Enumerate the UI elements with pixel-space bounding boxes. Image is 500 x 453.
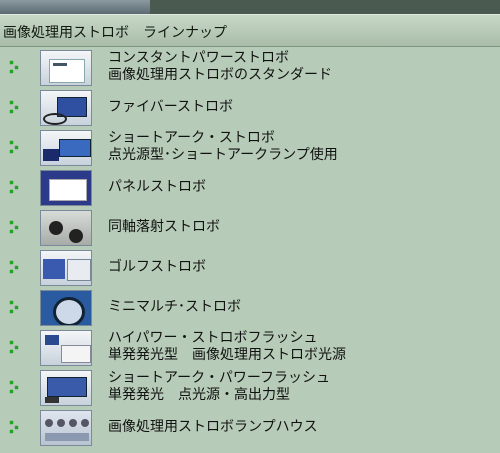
product-thumbnail[interactable] xyxy=(40,210,92,246)
product-name[interactable]: パネルストロボ xyxy=(108,179,206,196)
top-strip xyxy=(0,0,500,14)
product-thumbnail[interactable] xyxy=(40,290,92,326)
product-thumbnail[interactable] xyxy=(40,410,92,446)
product-name[interactable]: コンスタントパワーストロボ 画像処理用ストロボのスタンダード xyxy=(108,50,332,84)
list-item[interactable]: パネルストロボ xyxy=(0,168,500,208)
list-item[interactable]: ショートアーク・パワーフラッシュ 単発発光 点光源・高出力型 xyxy=(0,368,500,408)
bullet-icon xyxy=(10,221,24,235)
product-name[interactable]: ショートアーク・ストロボ 点光源型･ショートアークランプ使用 xyxy=(108,130,338,164)
bullet-icon xyxy=(10,261,24,275)
list-item[interactable]: 画像処理用ストロボランプハウス xyxy=(0,408,500,448)
list-item[interactable]: ゴルフストロボ xyxy=(0,248,500,288)
product-name[interactable]: ファイバーストロボ xyxy=(108,99,233,116)
list-item[interactable]: ファイバーストロボ xyxy=(0,88,500,128)
product-name[interactable]: ハイパワー・ストロボフラッシュ 単発発光型 画像処理用ストロボ光源 xyxy=(108,330,346,364)
product-name[interactable]: ミニマルチ･ストロボ xyxy=(108,299,241,316)
product-thumbnail[interactable] xyxy=(40,170,92,206)
list-item[interactable]: 同軸落射ストロボ xyxy=(0,208,500,248)
page-title: 画像処理用ストロボ ラインナップ xyxy=(3,25,227,41)
product-thumbnail[interactable] xyxy=(40,90,92,126)
bullet-icon xyxy=(10,421,24,435)
list-item[interactable]: ミニマルチ･ストロボ xyxy=(0,288,500,328)
product-name[interactable]: 同軸落射ストロボ xyxy=(108,219,220,236)
product-thumbnail[interactable] xyxy=(40,330,92,366)
bullet-icon xyxy=(10,181,24,195)
bullet-icon xyxy=(10,301,24,315)
product-thumbnail[interactable] xyxy=(40,50,92,86)
list-item[interactable]: コンスタントパワーストロボ 画像処理用ストロボのスタンダード xyxy=(0,48,500,88)
section-header: 画像処理用ストロボ ラインナップ xyxy=(0,14,500,47)
bullet-icon xyxy=(10,341,24,355)
product-name[interactable]: ショートアーク・パワーフラッシュ 単発発光 点光源・高出力型 xyxy=(108,370,330,404)
bullet-icon xyxy=(10,101,24,115)
product-name[interactable]: ゴルフストロボ xyxy=(108,259,206,276)
bullet-icon xyxy=(10,61,24,75)
product-thumbnail[interactable] xyxy=(40,250,92,286)
list-item[interactable]: ショートアーク・ストロボ 点光源型･ショートアークランプ使用 xyxy=(0,128,500,168)
list-item[interactable]: ハイパワー・ストロボフラッシュ 単発発光型 画像処理用ストロボ光源 xyxy=(0,328,500,368)
bullet-icon xyxy=(10,141,24,155)
bullet-icon xyxy=(10,381,24,395)
product-thumbnail[interactable] xyxy=(40,370,92,406)
product-name[interactable]: 画像処理用ストロボランプハウス xyxy=(108,419,318,436)
product-thumbnail[interactable] xyxy=(40,130,92,166)
